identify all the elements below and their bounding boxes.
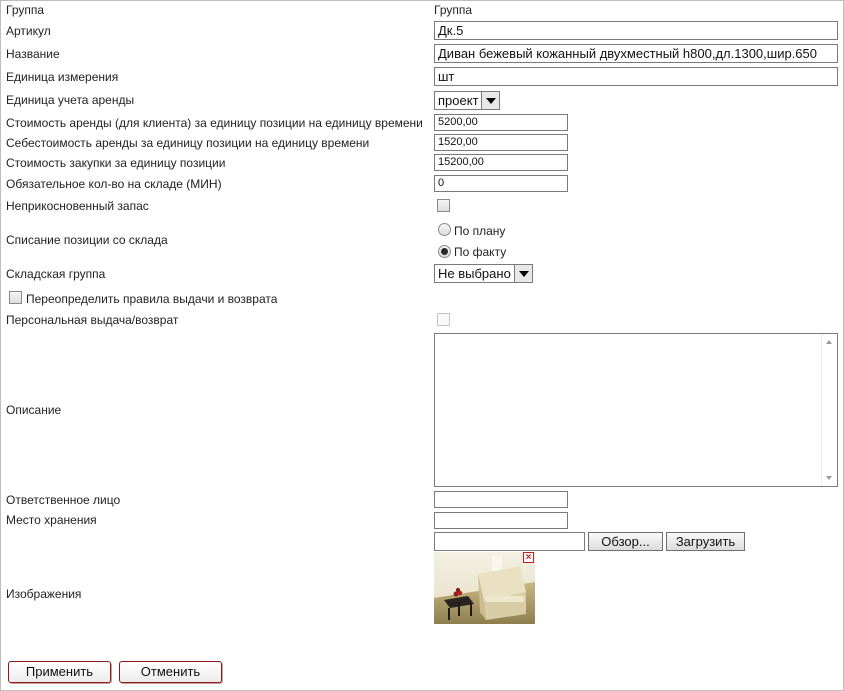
browse-button[interactable]: Обзор... [588, 532, 663, 551]
writeoff-fact-label: По факту [454, 245, 507, 259]
description-label: Описание [6, 403, 62, 417]
rent-cost-client-input[interactable]: 5200,00 [434, 114, 568, 131]
sofa-photo [434, 552, 535, 652]
reserve-checkbox[interactable] [437, 199, 450, 212]
file-path-input[interactable] [434, 532, 585, 551]
cancel-button[interactable]: Отменить [119, 661, 222, 683]
unit-label: Единица измерения [6, 70, 119, 84]
rent-unit-label: Единица учета аренды [6, 93, 135, 107]
description-scrollbar[interactable] [821, 334, 837, 486]
purchase-cost-input[interactable]: 15200,00 [434, 154, 568, 171]
group-header-right: Группа [434, 3, 473, 17]
writeoff-radio-plan[interactable] [438, 223, 451, 236]
responsible-input[interactable] [434, 491, 568, 508]
article-input[interactable]: Дк.5 [434, 21, 838, 40]
name-label: Название [6, 47, 60, 61]
remove-image-icon[interactable]: × [523, 552, 534, 563]
personal-issue-checkbox [437, 313, 450, 326]
group-header-left: Группа [6, 3, 45, 17]
stock-group-value: Не выбрано [438, 266, 511, 281]
product-image-thumbnail[interactable] [434, 552, 535, 652]
scroll-up-icon[interactable] [826, 340, 832, 344]
storage-place-input[interactable] [434, 512, 568, 529]
personal-issue-label: Персональная выдача/возврат [6, 313, 179, 327]
purchase-cost-label: Стоимость закупки за единицу позиции [6, 156, 226, 170]
override-rules-checkbox[interactable] [9, 291, 22, 304]
override-rules-label: Переопределить правила выдачи и возврата [26, 292, 278, 306]
writeoff-label: Списание позиции со склада [6, 233, 168, 247]
unit-input[interactable]: шт [434, 67, 838, 86]
reserve-label: Неприкосновенный запас [6, 199, 149, 213]
stock-group-select[interactable]: Не выбрано [434, 264, 533, 283]
name-input[interactable]: Диван бежевый кожанный двухместный h800,… [434, 44, 838, 63]
chevron-down-icon[interactable] [481, 92, 499, 109]
min-qty-label: Обязательное кол-во на складе (МИН) [6, 177, 222, 191]
chevron-down-icon[interactable] [514, 265, 532, 282]
rent-self-cost-label: Себестоимость аренды за единицу позиции … [6, 136, 370, 150]
rent-cost-client-label: Стоимость аренды (для клиента) за единиц… [6, 116, 423, 130]
upload-button[interactable]: Загрузить [666, 532, 745, 551]
stock-group-label: Складская группа [6, 267, 106, 281]
apply-button[interactable]: Применить [8, 661, 111, 683]
storage-place-label: Место хранения [6, 513, 97, 527]
images-label: Изображения [6, 587, 82, 601]
scroll-down-icon[interactable] [826, 476, 832, 480]
writeoff-radio-fact[interactable] [438, 245, 451, 258]
article-label: Артикул [6, 24, 51, 38]
writeoff-plan-label: По плану [454, 224, 506, 238]
responsible-label: Ответственное лицо [6, 493, 121, 507]
rent-unit-value: проект [438, 93, 479, 108]
description-textarea[interactable] [434, 333, 838, 487]
rent-unit-select[interactable]: проект [434, 91, 500, 110]
rent-self-cost-input[interactable]: 1520,00 [434, 134, 568, 151]
min-qty-input[interactable]: 0 [434, 175, 568, 192]
